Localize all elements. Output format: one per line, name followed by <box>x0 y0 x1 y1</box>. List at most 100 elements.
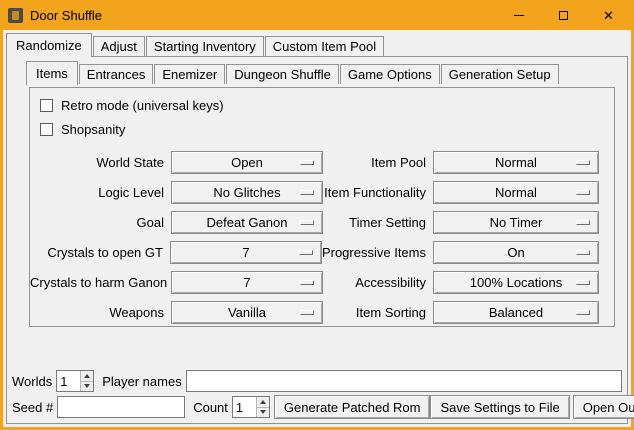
dropdown-value: 7 <box>243 275 250 290</box>
item-sorting-label: Item Sorting <box>323 305 433 320</box>
count-input[interactable] <box>233 397 256 417</box>
timer-setting-dropdown[interactable]: No Timer <box>433 211 599 234</box>
dropdown-value: Normal <box>495 155 537 170</box>
dropdown-value: No Timer <box>490 215 543 230</box>
tab-starting-inventory[interactable]: Starting Inventory <box>146 36 264 56</box>
spinner-arrows <box>80 371 93 391</box>
field-row: Crystals to open GT 7 Progressive Items … <box>30 237 614 267</box>
world-state-dropdown[interactable]: Open <box>171 151 323 174</box>
player-names-input[interactable] <box>186 370 622 392</box>
world-state-label: World State <box>30 155 171 170</box>
window: Door Shuffle ✕ Randomize Adjust Starting… <box>0 0 634 430</box>
spinner-arrows <box>256 397 269 417</box>
weapons-label: Weapons <box>30 305 171 320</box>
app-icon <box>8 8 23 23</box>
field-row: Logic Level No Glitches Item Functionali… <box>30 177 614 207</box>
count-spinner <box>232 396 270 418</box>
accessibility-dropdown[interactable]: 100% Locations <box>433 271 599 294</box>
dropdown-value: Open <box>231 155 263 170</box>
tab-generation-setup[interactable]: Generation Setup <box>441 64 559 84</box>
seed-input[interactable] <box>57 396 185 418</box>
goal-label: Goal <box>30 215 171 230</box>
outer-tab-bar: Randomize Adjust Starting Inventory Cust… <box>6 33 385 57</box>
dropdown-indicator-icon <box>576 310 590 315</box>
minimize-button[interactable] <box>496 0 541 30</box>
window-title: Door Shuffle <box>30 8 102 23</box>
tab-adjust[interactable]: Adjust <box>93 36 145 56</box>
dropdown-indicator-icon <box>300 310 314 315</box>
progressive-items-dropdown[interactable]: On <box>433 241 599 264</box>
dropdown-value: Balanced <box>489 305 543 320</box>
bottom-bar: Worlds Player names Seed # Count <box>12 369 622 419</box>
tab-randomize[interactable]: Randomize <box>6 33 92 57</box>
inner-tab-bar: Items Entrances Enemizer Dungeon Shuffle… <box>26 61 560 85</box>
maximize-button[interactable] <box>541 0 586 30</box>
crystals-ganon-dropdown[interactable]: 7 <box>171 271 323 294</box>
crystals-gt-label: Crystals to open GT <box>30 245 170 260</box>
retro-mode-label: Retro mode (universal keys) <box>61 98 224 113</box>
dropdown-indicator-icon <box>299 250 313 255</box>
dropdown-value: On <box>507 245 524 260</box>
tab-game-options[interactable]: Game Options <box>340 64 440 84</box>
item-functionality-label: Item Functionality <box>323 185 433 200</box>
generate-rom-button[interactable]: Generate Patched Rom <box>274 395 431 419</box>
spin-up-icon[interactable] <box>257 397 269 408</box>
player-names-label: Player names <box>102 374 181 389</box>
dropdown-value: 100% Locations <box>470 275 563 290</box>
option-fields: World State Open Item Pool Normal Logic … <box>30 147 614 327</box>
goal-dropdown[interactable]: Defeat Ganon <box>171 211 323 234</box>
progressive-items-label: Progressive Items <box>322 245 433 260</box>
field-row: Crystals to harm Ganon 7 Accessibility 1… <box>30 267 614 297</box>
worlds-input[interactable] <box>57 371 80 391</box>
tab-dungeon-shuffle[interactable]: Dungeon Shuffle <box>226 64 339 84</box>
shopsanity-checkbox[interactable] <box>40 123 53 136</box>
window-content: Randomize Adjust Starting Inventory Cust… <box>3 30 631 427</box>
tab-enemizer[interactable]: Enemizer <box>154 64 225 84</box>
field-row: Goal Defeat Ganon Timer Setting No Timer <box>30 207 614 237</box>
spin-down-icon[interactable] <box>257 408 269 418</box>
retro-mode-checkbox[interactable] <box>40 99 53 112</box>
crystals-gt-dropdown[interactable]: 7 <box>170 241 322 264</box>
item-pool-label: Item Pool <box>323 155 433 170</box>
field-row: World State Open Item Pool Normal <box>30 147 614 177</box>
minimize-icon <box>514 15 524 16</box>
item-sorting-dropdown[interactable]: Balanced <box>433 301 599 324</box>
items-tab-panel: Retro mode (universal keys) Shopsanity W… <box>29 87 615 327</box>
dropdown-value: No Glitches <box>213 185 280 200</box>
shopsanity-label: Shopsanity <box>61 122 125 137</box>
item-pool-dropdown[interactable]: Normal <box>433 151 599 174</box>
weapons-dropdown[interactable]: Vanilla <box>171 301 323 324</box>
dropdown-indicator-icon <box>576 160 590 165</box>
dropdown-indicator-icon <box>576 190 590 195</box>
dropdown-indicator-icon <box>576 220 590 225</box>
dropdown-value: Normal <box>495 185 537 200</box>
seed-row: Seed # Count Generate Patched Rom Save S… <box>12 395 622 419</box>
dropdown-indicator-icon <box>300 280 314 285</box>
spin-up-icon[interactable] <box>81 371 93 382</box>
count-label: Count <box>193 400 228 415</box>
tab-items[interactable]: Items <box>26 61 78 85</box>
save-settings-button[interactable]: Save Settings to File <box>430 395 569 419</box>
dropdown-value: Vanilla <box>228 305 266 320</box>
field-row: Weapons Vanilla Item Sorting Balanced <box>30 297 614 327</box>
retro-mode-row: Retro mode (universal keys) <box>40 93 614 117</box>
tab-custom-item-pool[interactable]: Custom Item Pool <box>265 36 384 56</box>
timer-setting-label: Timer Setting <box>323 215 433 230</box>
worlds-spinner <box>56 370 94 392</box>
item-functionality-dropdown[interactable]: Normal <box>433 181 599 204</box>
spin-down-icon[interactable] <box>81 382 93 392</box>
logic-level-label: Logic Level <box>30 185 171 200</box>
randomize-tab-panel: Items Entrances Enemizer Dungeon Shuffle… <box>6 56 628 424</box>
dropdown-value: 7 <box>242 245 249 260</box>
dropdown-indicator-icon <box>300 160 314 165</box>
window-controls: ✕ <box>496 0 631 30</box>
logic-level-dropdown[interactable]: No Glitches <box>171 181 323 204</box>
worlds-row: Worlds Player names <box>12 369 622 393</box>
titlebar: Door Shuffle ✕ <box>3 0 631 30</box>
worlds-label: Worlds <box>12 374 52 389</box>
close-button[interactable]: ✕ <box>586 0 631 30</box>
dropdown-value: Defeat Ganon <box>207 215 288 230</box>
dropdown-indicator-icon <box>300 190 314 195</box>
tab-entrances[interactable]: Entrances <box>79 64 154 84</box>
open-output-button[interactable]: Open Output Directory <box>573 395 634 419</box>
